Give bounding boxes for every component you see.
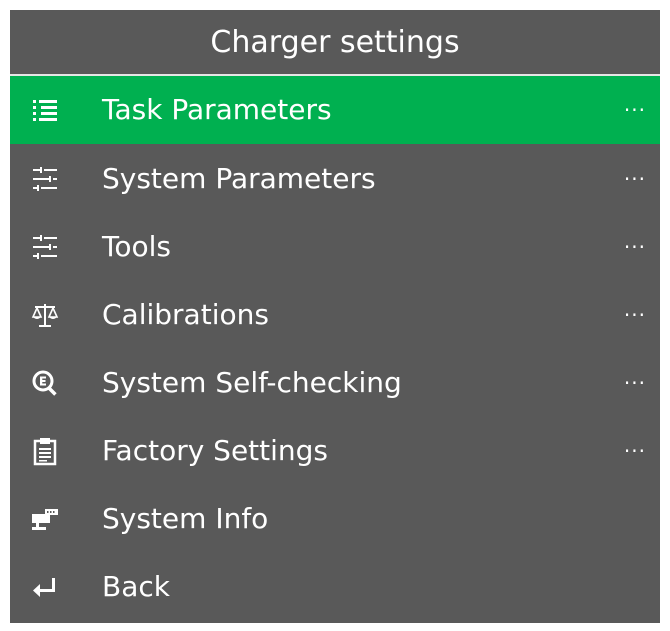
sliders-icon (30, 232, 60, 262)
more-icon: ··· (623, 371, 646, 395)
menu-item-factory-settings[interactable]: Factory Settings ··· (10, 418, 660, 484)
menu-item-tools[interactable]: Tools ··· (10, 214, 660, 280)
return-arrow-icon (30, 572, 60, 602)
balance-scale-icon (30, 300, 60, 330)
menu-item-label: Factory Settings (102, 434, 329, 467)
menu-item-label: Calibrations (102, 298, 269, 331)
menu-item-label: System Parameters (102, 162, 376, 195)
menu-item-system-info[interactable]: System Info (10, 486, 660, 552)
more-icon: ··· (623, 167, 646, 191)
network-pc-icon (30, 504, 60, 534)
menu-item-label: Task Parameters (102, 93, 332, 126)
clipboard-icon (30, 436, 60, 466)
more-icon: ··· (623, 303, 646, 327)
menu-item-system-self-checking[interactable]: System Self-checking ··· (10, 350, 660, 416)
menu-item-system-parameters[interactable]: System Parameters ··· (10, 146, 660, 212)
menu-item-label: System Info (102, 502, 269, 535)
more-icon: ··· (623, 98, 646, 122)
list-icon (30, 95, 60, 125)
menu-item-label: Back (102, 570, 170, 603)
magnifier-e-icon (30, 368, 60, 398)
charger-settings-screen: Charger settings Task Parameters ··· Sys… (10, 10, 660, 623)
menu-item-label: Tools (102, 230, 171, 263)
page-title: Charger settings (210, 24, 460, 60)
menu-item-task-parameters[interactable]: Task Parameters ··· (10, 76, 660, 144)
settings-menu: Task Parameters ··· System Parameters ··… (10, 76, 660, 620)
menu-item-calibrations[interactable]: Calibrations ··· (10, 282, 660, 348)
more-icon: ··· (623, 235, 646, 259)
menu-item-label: System Self-checking (102, 366, 402, 399)
more-icon: ··· (623, 439, 646, 463)
menu-item-back[interactable]: Back (10, 554, 660, 620)
sliders-icon (30, 164, 60, 194)
